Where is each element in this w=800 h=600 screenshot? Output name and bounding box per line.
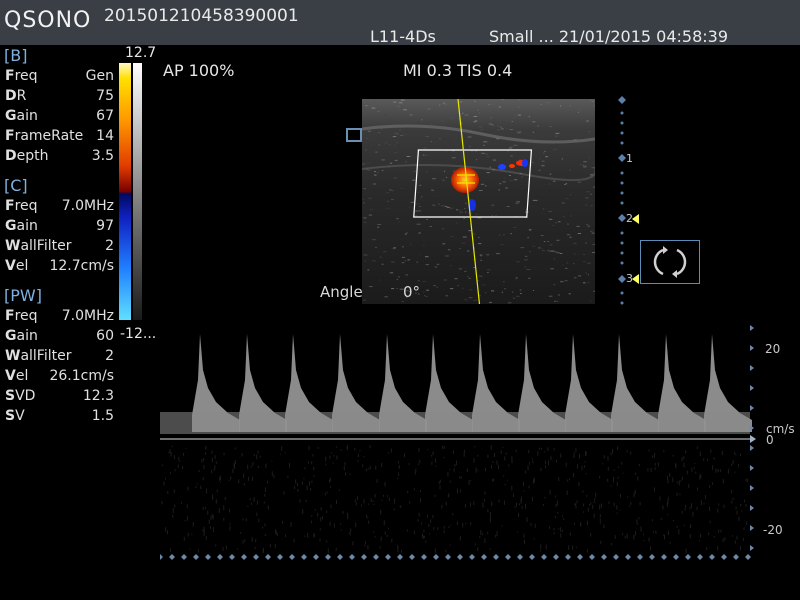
param-label: Gain bbox=[5, 108, 38, 124]
param-value: 26.1cm/s bbox=[49, 368, 114, 384]
grayscale-bar bbox=[133, 63, 142, 320]
pw-param-row: Gain 60 bbox=[0, 326, 120, 346]
depth-mark: 1 bbox=[626, 152, 633, 165]
c-param-row: Vel 12.7cm/s bbox=[0, 256, 120, 276]
pw-param-row: Freq 7.0MHz bbox=[0, 306, 120, 326]
b-param-row: Freq Gen bbox=[0, 66, 120, 86]
pw-param-row: Vel 26.1cm/s bbox=[0, 366, 120, 386]
pw-param-row: SVD 12.3 bbox=[0, 386, 120, 406]
param-value: 7.0MHz bbox=[61, 308, 114, 324]
angle-label: Angle bbox=[320, 283, 363, 301]
param-value: 75 bbox=[96, 88, 114, 104]
rotate-icon bbox=[653, 246, 687, 278]
param-label: Freq bbox=[5, 68, 38, 84]
param-value: 12.3 bbox=[82, 388, 114, 404]
pw-param-row: WallFilter 2 bbox=[0, 346, 120, 366]
param-value: 97 bbox=[96, 218, 114, 234]
freeze-indicator-icon[interactable] bbox=[346, 128, 362, 142]
velocity-baseline: 0 bbox=[766, 433, 774, 447]
param-value: 2 bbox=[105, 348, 114, 364]
b-param-row: DR 75 bbox=[0, 86, 120, 106]
mi-tis: MI 0.3 TIS 0.4 bbox=[403, 61, 513, 80]
color-velocity-bar bbox=[119, 63, 131, 320]
param-label: Freq bbox=[5, 198, 38, 214]
param-value: 67 bbox=[96, 108, 114, 124]
b-param-row: Depth 3.5 bbox=[0, 146, 120, 166]
color-scale-min: -12... bbox=[120, 326, 157, 342]
param-value: 60 bbox=[96, 328, 114, 344]
pw-param-row: SV 1.5 bbox=[0, 406, 120, 426]
param-value: 12.7cm/s bbox=[49, 258, 114, 274]
patient-id: 201501210458390001 bbox=[104, 6, 299, 26]
acoustic-power: AP 100% bbox=[163, 61, 235, 80]
param-label: SV bbox=[5, 408, 25, 424]
brand-logo: QSONO bbox=[4, 8, 92, 33]
c-param-row: Freq 7.0MHz bbox=[0, 196, 120, 216]
param-value: 2 bbox=[105, 238, 114, 254]
parameter-panel: [B] Freq Gen DR 75 Gain 67 FrameRate 14 Dept… bbox=[0, 46, 120, 426]
param-label: WallFilter bbox=[5, 238, 72, 254]
param-value: 1.5 bbox=[91, 408, 114, 424]
b-param-row: Gain 67 bbox=[0, 106, 120, 126]
c-param-row: WallFilter 2 bbox=[0, 236, 120, 256]
param-value: 3.5 bbox=[91, 148, 114, 164]
param-label: Depth bbox=[5, 148, 49, 164]
preset-datetime: Small ... 21/01/2015 04:58:39 bbox=[489, 27, 729, 46]
angle-value: 0° bbox=[403, 283, 421, 301]
param-label: SVD bbox=[5, 388, 36, 404]
c-mode-title: [C] bbox=[4, 176, 28, 195]
param-value: 7.0MHz bbox=[61, 198, 114, 214]
param-label: WallFilter bbox=[5, 348, 72, 364]
spectral-doppler-trace bbox=[160, 320, 760, 560]
b-mode-title: [B] bbox=[4, 46, 28, 65]
depth-mark: 3 bbox=[626, 272, 633, 285]
param-label: Freq bbox=[5, 308, 38, 324]
color-scale-max: 12.7 bbox=[125, 45, 157, 61]
velocity-scale-top: 20 bbox=[765, 342, 781, 356]
top-bar: QSONO 201501210458390001 L11-4Ds Small .… bbox=[0, 0, 800, 46]
param-label: DR bbox=[5, 88, 27, 104]
b-param-row: FrameRate 14 bbox=[0, 126, 120, 146]
c-param-row: Gain 97 bbox=[0, 216, 120, 236]
rotate-icon-button[interactable] bbox=[640, 240, 700, 284]
velocity-scale-bottom: -20 bbox=[763, 523, 783, 537]
param-label: Vel bbox=[5, 368, 29, 384]
depth-mark: 2 bbox=[626, 212, 633, 225]
param-label: Vel bbox=[5, 258, 29, 274]
probe-name: L11-4Ds bbox=[370, 27, 436, 46]
param-label: Gain bbox=[5, 328, 38, 344]
param-value: 14 bbox=[96, 128, 114, 144]
pw-mode-title: [PW] bbox=[4, 286, 42, 305]
param-label: FrameRate bbox=[5, 128, 84, 144]
param-value: Gen bbox=[85, 68, 114, 84]
param-label: Gain bbox=[5, 218, 38, 234]
b-mode-image bbox=[362, 99, 595, 304]
